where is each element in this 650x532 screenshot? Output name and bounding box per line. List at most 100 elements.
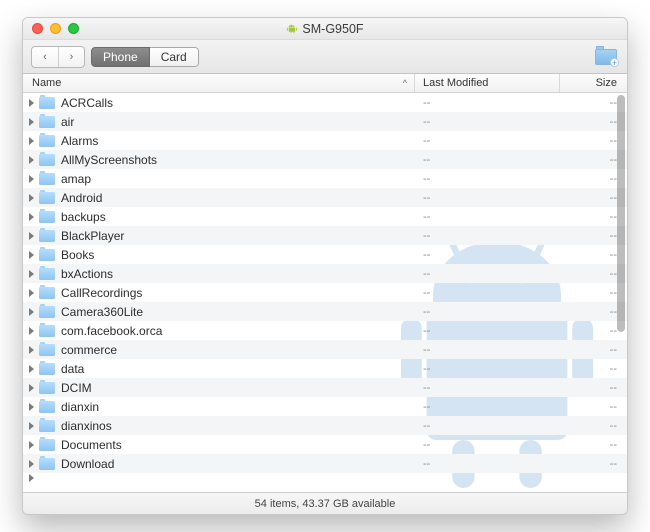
table-row[interactable]: commerce---- <box>23 340 627 359</box>
sort-indicator-icon: ^ <box>403 78 407 88</box>
disclosure-triangle-icon[interactable] <box>29 403 34 411</box>
folder-icon <box>39 287 55 299</box>
table-row[interactable]: amap---- <box>23 169 627 188</box>
folder-icon <box>39 344 55 356</box>
table-row[interactable]: Download---- <box>23 454 627 473</box>
disclosure-triangle-icon[interactable] <box>29 137 34 145</box>
back-button[interactable]: ‹ <box>32 47 58 67</box>
toolbar: ‹ › Phone Card + <box>23 40 627 74</box>
disclosure-triangle-icon[interactable] <box>29 422 34 430</box>
disclosure-triangle-icon[interactable] <box>29 118 34 126</box>
column-header-modified[interactable]: Last Modified <box>415 74 560 92</box>
disclosure-triangle-icon[interactable] <box>29 384 34 392</box>
disclosure-triangle-icon[interactable] <box>29 270 34 278</box>
window-title-text: SM-G950F <box>302 22 363 36</box>
disclosure-triangle-icon[interactable] <box>29 441 34 449</box>
table-row[interactable]: Camera360Lite---- <box>23 302 627 321</box>
cell-modified: -- <box>415 154 560 166</box>
file-name: data <box>61 362 84 376</box>
disclosure-triangle-icon[interactable] <box>29 474 34 482</box>
disclosure-triangle-icon[interactable] <box>29 365 34 373</box>
new-folder-button[interactable]: + <box>593 46 619 68</box>
cell-modified: -- <box>415 401 560 413</box>
minimize-button[interactable] <box>50 23 61 34</box>
scrollbar-thumb[interactable] <box>617 95 625 332</box>
cell-modified: -- <box>415 249 560 261</box>
folder-icon <box>39 116 55 128</box>
file-list[interactable]: ACRCalls----air----Alarms----AllMyScreen… <box>23 93 627 492</box>
disclosure-triangle-icon[interactable] <box>29 99 34 107</box>
cell-modified: -- <box>415 325 560 337</box>
tab-card[interactable]: Card <box>150 47 199 67</box>
disclosure-triangle-icon[interactable] <box>29 213 34 221</box>
window-controls <box>23 23 79 34</box>
cell-modified: -- <box>415 192 560 204</box>
titlebar[interactable]: SM-G950F <box>23 18 627 40</box>
column-header-name[interactable]: Name ^ <box>23 74 415 92</box>
cell-modified: -- <box>415 135 560 147</box>
folder-icon <box>39 154 55 166</box>
table-row[interactable]: Android---- <box>23 188 627 207</box>
disclosure-triangle-icon[interactable] <box>29 289 34 297</box>
folder-icon <box>39 173 55 185</box>
scrollbar[interactable] <box>617 95 625 490</box>
column-header-size-label: Size <box>596 77 617 89</box>
disclosure-triangle-icon[interactable] <box>29 232 34 240</box>
table-row[interactable] <box>23 473 627 483</box>
cell-modified: -- <box>415 420 560 432</box>
tab-phone[interactable]: Phone <box>91 47 150 67</box>
disclosure-triangle-icon[interactable] <box>29 156 34 164</box>
folder-icon <box>39 382 55 394</box>
file-name: BlackPlayer <box>61 229 124 243</box>
table-row[interactable]: dianxinos---- <box>23 416 627 435</box>
column-header-size[interactable]: Size <box>560 74 627 92</box>
disclosure-triangle-icon[interactable] <box>29 308 34 316</box>
file-name: ACRCalls <box>61 96 113 110</box>
table-row[interactable]: air---- <box>23 112 627 131</box>
file-name: dianxin <box>61 400 99 414</box>
cell-modified: -- <box>415 268 560 280</box>
cell-modified: -- <box>415 173 560 185</box>
table-row[interactable]: Books---- <box>23 245 627 264</box>
cell-modified: -- <box>415 439 560 451</box>
zoom-button[interactable] <box>68 23 79 34</box>
table-row[interactable]: CallRecordings---- <box>23 283 627 302</box>
table-row[interactable]: dianxin---- <box>23 397 627 416</box>
disclosure-triangle-icon[interactable] <box>29 194 34 202</box>
file-name: bxActions <box>61 267 113 281</box>
disclosure-triangle-icon[interactable] <box>29 327 34 335</box>
status-bar: 54 items, 43.37 GB available <box>23 492 627 514</box>
file-name: DCIM <box>61 381 92 395</box>
table-row[interactable]: data---- <box>23 359 627 378</box>
folder-icon <box>39 230 55 242</box>
table-row[interactable]: Documents---- <box>23 435 627 454</box>
forward-button[interactable]: › <box>58 47 84 67</box>
folder-icon <box>39 249 55 261</box>
disclosure-triangle-icon[interactable] <box>29 346 34 354</box>
disclosure-triangle-icon[interactable] <box>29 175 34 183</box>
folder-icon <box>39 306 55 318</box>
cell-modified: -- <box>415 363 560 375</box>
table-row[interactable]: bxActions---- <box>23 264 627 283</box>
storage-tabs: Phone Card <box>91 47 199 67</box>
disclosure-triangle-icon[interactable] <box>29 460 34 468</box>
table-row[interactable]: ACRCalls---- <box>23 93 627 112</box>
close-button[interactable] <box>32 23 43 34</box>
table-row[interactable]: BlackPlayer---- <box>23 226 627 245</box>
table-row[interactable]: backups---- <box>23 207 627 226</box>
table-row[interactable]: DCIM---- <box>23 378 627 397</box>
disclosure-triangle-icon[interactable] <box>29 251 34 259</box>
file-name: Android <box>61 191 102 205</box>
file-name: AllMyScreenshots <box>61 153 157 167</box>
folder-icon <box>39 363 55 375</box>
table-row[interactable]: Alarms---- <box>23 131 627 150</box>
status-text: 54 items, 43.37 GB available <box>255 498 396 510</box>
file-rows: ACRCalls----air----Alarms----AllMyScreen… <box>23 93 627 483</box>
table-row[interactable]: AllMyScreenshots---- <box>23 150 627 169</box>
cell-modified: -- <box>415 287 560 299</box>
cell-modified: -- <box>415 458 560 470</box>
window-title: SM-G950F <box>23 22 627 36</box>
file-name: CallRecordings <box>61 286 142 300</box>
cell-modified: -- <box>415 211 560 223</box>
table-row[interactable]: com.facebook.orca---- <box>23 321 627 340</box>
